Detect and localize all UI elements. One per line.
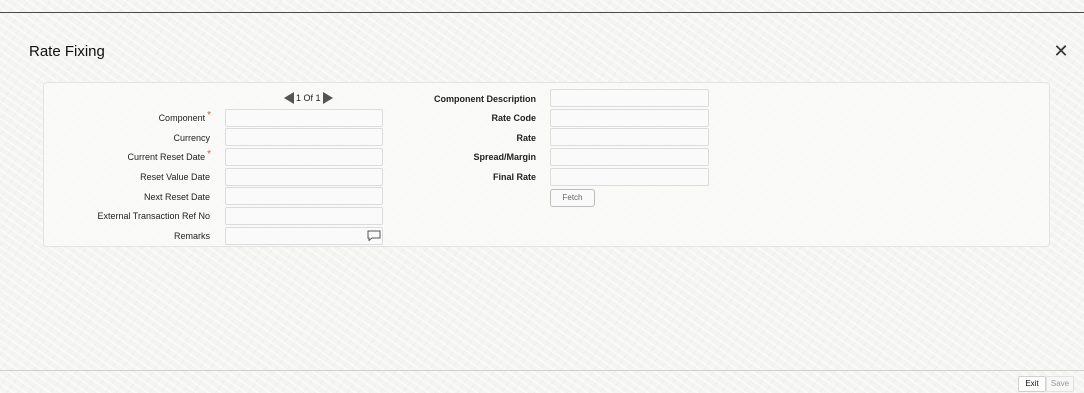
previous-record-icon[interactable] — [284, 92, 294, 104]
next-reset-date-field[interactable] — [225, 187, 383, 205]
close-icon[interactable]: ✕ — [1050, 40, 1072, 62]
remarks-expand-icon[interactable] — [367, 230, 381, 241]
fetch-button[interactable]: Fetch — [550, 189, 595, 207]
rate-code-label: Rate Code — [491, 113, 536, 123]
current-reset-date-label: Current Reset Date * — [127, 149, 211, 162]
save-button[interactable]: Save — [1046, 376, 1074, 392]
record-pager: 1 Of 1 — [284, 91, 333, 105]
spread-margin-label: Spread/Margin — [473, 152, 536, 162]
external-transaction-ref-no-field[interactable] — [225, 207, 383, 225]
component-label: Component * — [158, 110, 211, 123]
pager-text: 1 Of 1 — [296, 93, 321, 103]
exit-button[interactable]: Exit — [1018, 376, 1046, 392]
currency-field[interactable] — [225, 128, 383, 146]
remarks-field[interactable] — [225, 227, 383, 245]
reset-value-date-field[interactable] — [225, 168, 383, 186]
reset-value-date-label: Reset Value Date — [140, 172, 210, 182]
final-rate-label: Final Rate — [492, 172, 536, 182]
component-description-label: Component Description — [433, 94, 536, 104]
spread-margin-field[interactable] — [550, 148, 709, 166]
rate-label: Rate — [516, 133, 536, 143]
next-record-icon[interactable] — [322, 92, 333, 104]
footer-divider — [0, 370, 1084, 371]
remarks-label: Remarks — [173, 231, 210, 241]
next-reset-date-label: Next Reset Date — [143, 192, 210, 202]
currency-label: Currency — [173, 133, 210, 143]
component-description-field[interactable] — [550, 89, 709, 107]
rate-field[interactable] — [550, 128, 709, 146]
external-transaction-ref-no-label: External Transaction Ref No — [97, 211, 210, 221]
top-divider — [0, 12, 1084, 13]
rate-code-field[interactable] — [550, 109, 709, 127]
final-rate-field[interactable] — [550, 168, 709, 186]
component-field[interactable] — [225, 109, 383, 127]
page-title: Rate Fixing — [29, 43, 105, 60]
rate-fixing-panel — [43, 82, 1050, 247]
current-reset-date-field[interactable] — [225, 148, 383, 166]
